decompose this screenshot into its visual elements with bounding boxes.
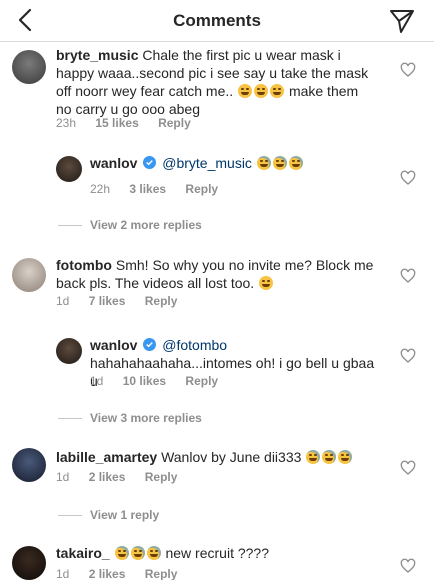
- comment-username[interactable]: labille_amartey: [56, 449, 157, 465]
- tears-of-joy-emoji-icon: [338, 450, 353, 464]
- reply-button[interactable]: Reply: [145, 567, 178, 580]
- comment-time: 1d: [90, 374, 104, 388]
- reply-button[interactable]: Reply: [185, 374, 218, 388]
- comment-time: 23h: [56, 116, 77, 130]
- comment-meta: 1d 2 likes Reply: [56, 470, 193, 484]
- comment-time: 1d: [56, 294, 70, 308]
- comment-body: wanlov @bryte_music: [90, 154, 380, 172]
- avatar[interactable]: [12, 448, 46, 482]
- comment-meta: 1d 10 likes Reply: [90, 374, 234, 388]
- comment-body: labille_amartey Wanlov by June dii333: [56, 448, 376, 466]
- comment-meta: 22h 3 likes Reply: [90, 182, 234, 196]
- heart-icon[interactable]: [400, 62, 416, 78]
- view-more-label: View 2 more replies: [90, 218, 202, 232]
- grinning-sweat-emoji-icon: [259, 276, 274, 290]
- likes-link[interactable]: 2 likes: [89, 567, 126, 580]
- tears-of-joy-emoji-icon: [130, 546, 145, 560]
- comment-time: 1d: [56, 567, 70, 580]
- heart-icon[interactable]: [400, 460, 416, 476]
- tears-of-joy-emoji-icon: [272, 156, 287, 170]
- view-more-replies-button[interactable]: View 3 more replies: [58, 411, 202, 425]
- comment-body: bryte_music Chale the first pic u wear m…: [56, 46, 376, 118]
- page-title: Comments: [173, 11, 261, 30]
- comment-body: fotombo Smh! So why you no invite me? Bl…: [56, 256, 376, 292]
- reply-button[interactable]: Reply: [145, 470, 178, 484]
- reply-button[interactable]: Reply: [158, 116, 191, 130]
- comment-time: 1d: [56, 470, 70, 484]
- comment-username[interactable]: fotombo: [56, 257, 112, 273]
- avatar[interactable]: [56, 156, 82, 182]
- mention-link[interactable]: @bryte_music: [162, 155, 252, 171]
- tears-of-joy-emoji-icon: [288, 156, 303, 170]
- view-more-label: View 3 more replies: [90, 411, 202, 425]
- laughing-emoji-icon: [238, 84, 253, 98]
- comment-username[interactable]: takairo_: [56, 545, 110, 561]
- laughing-emoji-icon: [270, 84, 285, 98]
- comment-username[interactable]: bryte_music: [56, 47, 138, 63]
- reply-button[interactable]: Reply: [185, 182, 218, 196]
- tears-of-joy-emoji-icon: [256, 156, 271, 170]
- verified-badge-icon: [143, 156, 157, 169]
- tears-of-joy-emoji-icon: [146, 546, 161, 560]
- comment-username[interactable]: wanlov: [90, 337, 137, 353]
- comment-text: Wanlov by June dii333: [161, 449, 306, 465]
- tears-of-joy-emoji-icon: [322, 450, 337, 464]
- mention-link[interactable]: @fotombo: [162, 337, 227, 353]
- comment-username[interactable]: wanlov: [90, 155, 137, 171]
- laughing-emoji-icon: [254, 84, 269, 98]
- divider: [58, 515, 82, 517]
- divider: [58, 225, 82, 227]
- heart-icon[interactable]: [400, 348, 416, 364]
- view-more-replies-button[interactable]: View 2 more replies: [58, 218, 202, 232]
- comment-meta: 1d 2 likes Reply: [56, 567, 193, 580]
- heart-icon[interactable]: [400, 170, 416, 186]
- comment-time: 22h: [90, 182, 111, 196]
- divider: [58, 418, 82, 420]
- paper-plane-icon[interactable]: [388, 7, 416, 35]
- comment-body: takairo_ new recruit ????: [56, 544, 376, 562]
- likes-link[interactable]: 2 likes: [89, 470, 126, 484]
- tears-of-joy-emoji-icon: [306, 450, 321, 464]
- heart-icon[interactable]: [400, 268, 416, 284]
- verified-badge-icon: [143, 338, 157, 351]
- avatar[interactable]: [12, 258, 46, 292]
- likes-link[interactable]: 15 likes: [95, 116, 138, 130]
- avatar[interactable]: [12, 546, 46, 580]
- reply-button[interactable]: Reply: [145, 294, 178, 308]
- comment-meta: 23h 15 likes Reply: [56, 116, 207, 130]
- view-more-label: View 1 reply: [90, 508, 160, 522]
- view-more-replies-button[interactable]: View 1 reply: [58, 508, 159, 522]
- likes-link[interactable]: 7 likes: [89, 294, 126, 308]
- avatar[interactable]: [56, 338, 82, 364]
- likes-link[interactable]: 10 likes: [123, 374, 166, 388]
- likes-link[interactable]: 3 likes: [129, 182, 166, 196]
- comment-meta: 1d 7 likes Reply: [56, 294, 193, 308]
- avatar[interactable]: [12, 50, 46, 84]
- header-bar: Comments: [0, 0, 434, 42]
- heart-icon[interactable]: [400, 558, 416, 574]
- tears-of-joy-emoji-icon: [114, 546, 129, 560]
- comment-text: new recruit ????: [165, 545, 269, 561]
